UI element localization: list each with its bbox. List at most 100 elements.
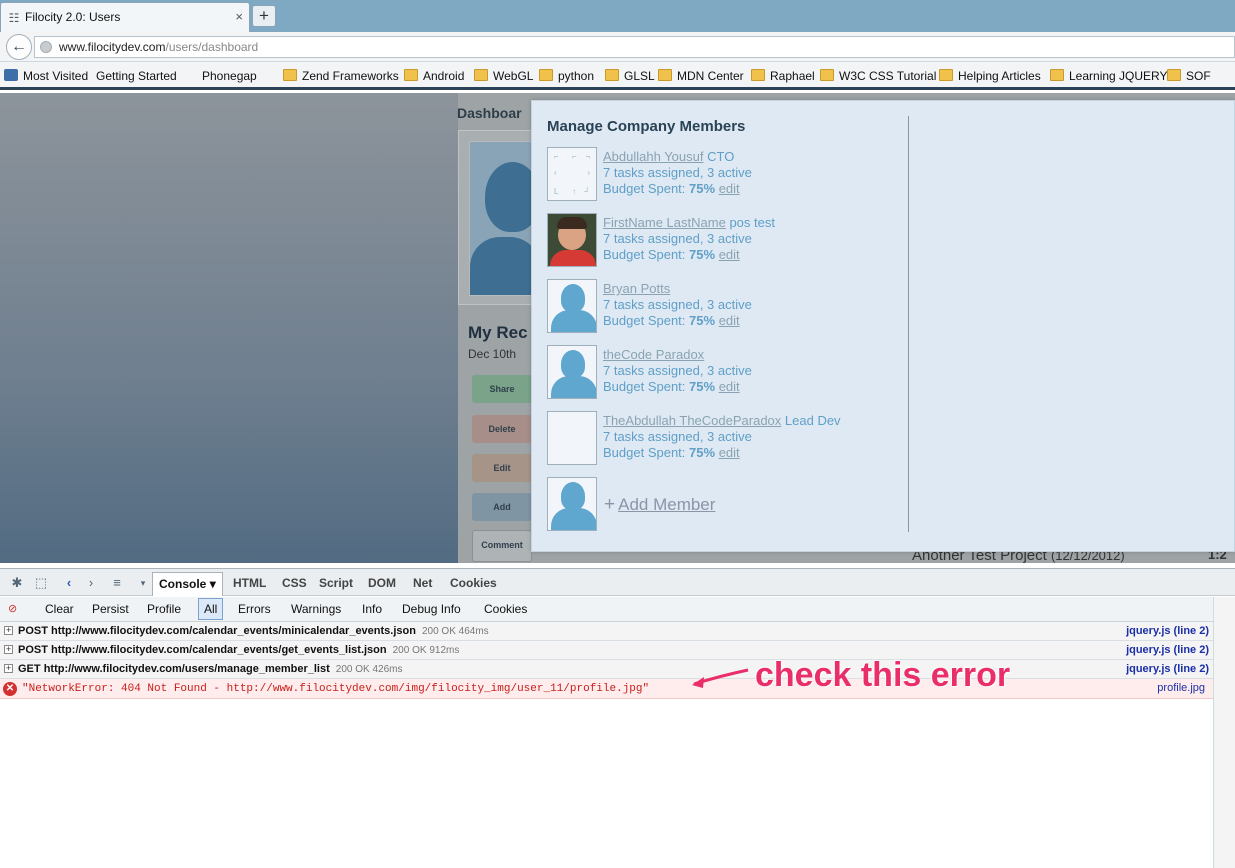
tab-console[interactable]: Console ▾ — [152, 572, 223, 596]
back-chevron-icon[interactable]: ‹ — [60, 575, 78, 591]
budget-label: Budget Spent: — [603, 313, 686, 328]
expand-icon[interactable]: + — [4, 645, 13, 654]
firebug-toolbar: ✱ ⬚ ‹ › ≡ ▾ Console ▾ HTML CSS Script DO… — [0, 568, 1235, 596]
edit-link[interactable]: edit — [719, 181, 740, 196]
bookmark-label: python — [558, 69, 595, 83]
error-row[interactable]: ✕ "NetworkError: 404 Not Found - http://… — [0, 679, 1213, 699]
source-link[interactable]: jquery.js (line 2) — [1126, 644, 1209, 656]
bookmark-w3c-css[interactable]: W3C CSS Tutorial — [820, 69, 936, 83]
bookmark-label: Most Visited — [23, 69, 89, 83]
console-scrollbar[interactable] — [1213, 597, 1235, 868]
edit-link[interactable]: edit — [719, 247, 740, 262]
filter-debug-info[interactable]: Debug Info — [402, 602, 461, 616]
bookmark-raphael[interactable]: Raphael — [751, 69, 815, 83]
bookmark-python[interactable]: python — [539, 69, 594, 83]
bookmark-sof[interactable]: SOF — [1167, 69, 1211, 83]
tab-net[interactable]: Net — [413, 576, 432, 590]
log-row[interactable]: + POST http://www.filocitydev.com/calend… — [0, 641, 1213, 660]
tab-dom[interactable]: DOM — [368, 576, 396, 590]
comment-button[interactable]: Comment — [472, 530, 532, 562]
new-tab-button[interactable]: + — [252, 5, 276, 27]
error-source-link[interactable]: profile.jpg — [1157, 682, 1205, 694]
filter-errors[interactable]: Errors — [238, 602, 271, 616]
navigation-bar: ← www.filocitydev.com/users/dashboard — [0, 32, 1235, 62]
member-name-link[interactable]: FirstName LastName — [603, 215, 726, 230]
silhouette-avatar-icon — [547, 477, 597, 531]
bookmark-helping-articles[interactable]: Helping Articles — [939, 69, 1041, 83]
log-row[interactable]: + POST http://www.filocitydev.com/calend… — [0, 622, 1213, 641]
bookmark-learning-jquery[interactable]: Learning JQUERY — [1050, 69, 1168, 83]
folder-icon — [283, 69, 297, 81]
filter-all[interactable]: All — [198, 598, 224, 620]
member-name-link[interactable]: TheAbdullah TheCodeParadox — [603, 413, 781, 428]
filter-cookies[interactable]: Cookies — [484, 602, 527, 616]
expand-icon[interactable]: + — [4, 664, 13, 673]
member-tasks: 7 tasks assigned, 3 active — [603, 429, 752, 444]
edit-link[interactable]: edit — [719, 313, 740, 328]
section-heading: My Rec — [468, 323, 528, 342]
member-name-link[interactable]: Bryan Potts — [603, 281, 670, 296]
browser-tab[interactable]: ☷ Filocity 2.0: Users × — [0, 2, 250, 32]
back-button[interactable]: ← — [6, 34, 32, 60]
bookmark-phonegap[interactable]: Phonegap — [202, 69, 257, 174]
bookmark-zend[interactable]: Zend Frameworks — [283, 69, 399, 83]
filter-info[interactable]: Info — [362, 602, 382, 616]
source-link[interactable]: jquery.js (line 2) — [1126, 663, 1209, 675]
close-tab-icon[interactable]: × — [235, 9, 243, 25]
folder-icon — [474, 69, 488, 81]
request-url: http://www.filocitydev.com/calendar_even… — [51, 625, 416, 637]
request-status: 200 OK 464ms — [421, 626, 489, 637]
bookmark-mdn[interactable]: MDN Center — [658, 69, 744, 83]
member-name-line: TheAbdullah TheCodeParadox Lead Dev — [603, 413, 841, 428]
profile-button[interactable]: Profile — [147, 602, 181, 616]
tab-html[interactable]: HTML — [233, 576, 266, 590]
url-bar[interactable]: www.filocitydev.com/users/dashboard — [34, 36, 1235, 58]
member-role: Lead Dev — [784, 413, 841, 428]
forward-chevron-icon[interactable]: › — [82, 575, 100, 591]
log-row[interactable]: + GET http://www.filocitydev.com/users/m… — [0, 660, 1213, 679]
share-button[interactable]: Share — [472, 375, 532, 403]
add-member-link[interactable]: Add Member — [618, 495, 715, 514]
bookmark-webgl[interactable]: WebGL — [474, 69, 533, 83]
bookmark-label: MDN Center — [677, 69, 744, 83]
clear-console-icon[interactable]: ⊘ — [8, 602, 22, 616]
bookmark-label: SOF — [1186, 69, 1211, 83]
delete-button[interactable]: Delete — [472, 415, 532, 443]
tab-cookies[interactable]: Cookies — [450, 576, 497, 590]
bookmark-glsl[interactable]: GLSL — [605, 69, 655, 83]
add-member-button[interactable]: + Add Member — [604, 494, 715, 516]
edit-link[interactable]: edit — [719, 379, 740, 394]
list-icon[interactable]: ≡ — [108, 575, 126, 591]
add-button[interactable]: Add — [472, 493, 532, 521]
bookmark-label: W3C CSS Tutorial — [839, 69, 937, 83]
filter-warnings[interactable]: Warnings — [291, 602, 341, 616]
inspect-icon[interactable]: ⬚ — [32, 575, 50, 591]
silhouette-avatar-icon — [547, 279, 597, 333]
expand-icon[interactable]: + — [4, 626, 13, 635]
member-name-link[interactable]: theCode Paradox — [603, 347, 704, 362]
member-name-link[interactable]: Abdullahh Yousuf — [603, 149, 703, 164]
bookmark-label: Helping Articles — [958, 69, 1041, 83]
tab-css[interactable]: CSS — [282, 576, 307, 590]
clear-button[interactable]: Clear — [45, 602, 74, 616]
source-link[interactable]: jquery.js (line 2) — [1126, 625, 1209, 637]
back-arrow-icon: ← — [11, 38, 27, 55]
chevron-down-icon[interactable]: ▾ — [134, 575, 152, 591]
edit-link[interactable]: edit — [719, 445, 740, 460]
member-role: pos test — [729, 215, 775, 230]
folder-icon — [404, 69, 418, 81]
folder-icon — [939, 69, 953, 81]
member-tasks: 7 tasks assigned, 3 active — [603, 231, 752, 246]
bookmark-getting-started[interactable]: Getting Started — [96, 69, 177, 174]
member-budget: Budget Spent: 75% edit — [603, 313, 740, 328]
persist-button[interactable]: Persist — [92, 602, 129, 616]
edit-button[interactable]: Edit — [472, 454, 532, 482]
request-method: GET — [18, 663, 41, 675]
request-status: 200 OK 426ms — [335, 664, 403, 675]
annotation-arrow-icon — [692, 668, 749, 688]
error-message: "NetworkError: 404 Not Found - http://ww… — [22, 683, 650, 695]
tab-script[interactable]: Script — [319, 576, 353, 590]
bookmark-android[interactable]: Android — [404, 69, 464, 83]
bookmark-most-visited[interactable]: Most Visited — [4, 69, 88, 83]
firebug-bug-icon[interactable]: ✱ — [8, 575, 26, 591]
